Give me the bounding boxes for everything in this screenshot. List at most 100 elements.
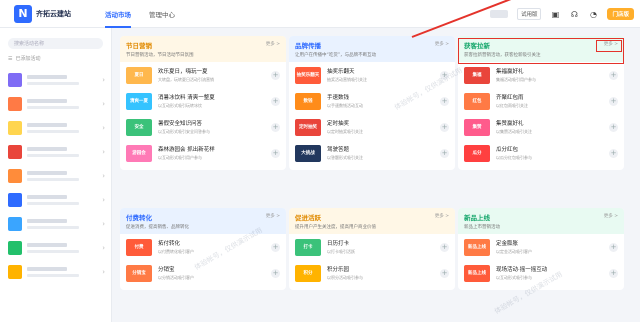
add-icon[interactable]: + — [440, 122, 449, 132]
activity-title: 森林游园会 抓出新花样 — [158, 147, 215, 153]
activity-thumbnail: 数钱 — [295, 92, 321, 110]
sidebar-item[interactable]: › — [0, 116, 111, 140]
card-header: 品牌传播 让用户在传播中“吃货”，与品牌不断互动 更多 > — [289, 36, 455, 62]
activity-title: 日历打卡 — [327, 241, 350, 247]
add-icon[interactable]: + — [271, 242, 280, 252]
sidebar-item-text — [27, 243, 97, 253]
more-link[interactable]: 更多 > — [266, 213, 280, 219]
add-icon[interactable]: + — [271, 122, 280, 132]
sidebar-item-thumbnail — [8, 217, 22, 231]
bag-icon[interactable]: ▣ — [550, 9, 560, 19]
card-header: 节日营销 节日营销活动，节日活动节日氛围 更多 > — [120, 36, 286, 62]
activity-row[interactable]: 夏日 欢乐夏日，嗨玩一夏 大转盘，玩转夏日活动引流营销 + — [120, 62, 286, 88]
activity-row[interactable]: 定时抽奖 定时抽奖 以定时抽奖吸引关注 + — [289, 114, 455, 140]
activity-text: 定时抽奖 以定时抽奖吸引关注 — [327, 119, 440, 135]
activity-row[interactable]: 集赞 集赞赢好礼 以集赞活动吸引关注 + — [458, 114, 624, 140]
activity-row[interactable]: 新品上线 定金膨胀 以定金活动吸引客户 + — [458, 234, 624, 260]
activity-row[interactable]: 红包 齐聚红包雨 以红包雨吸引关注 + — [458, 88, 624, 114]
activity-text: 分销宝 以分销活动吸引客户 — [158, 265, 271, 281]
headset-icon[interactable]: ☊ — [569, 9, 579, 19]
chevron-right-icon: › — [102, 148, 105, 156]
sidebar-list: › › › › › › › › › — [0, 68, 111, 284]
activity-card: 品牌传播 让用户在传播中“吃货”，与品牌不断互动 更多 > 抽奖乐翻天 抽奖乐翻天 抽奖活… — [289, 36, 455, 170]
add-icon[interactable]: + — [440, 148, 449, 158]
activity-text: 日历打卡以打卡吸引活跃 — [327, 239, 440, 255]
activity-card: 新品上线 新品上市营销活动 更多 > 新品上线 定金膨胀 以定金活动吸引客户 + 新品上线 现场… — [458, 208, 624, 290]
sidebar-section-label: 已添加活动 — [15, 56, 41, 62]
sidebar-item-text — [27, 123, 97, 133]
activity-row[interactable]: 打卡 日历打卡 以打卡吸引活跃 + — [289, 234, 455, 260]
list-icon: ☰ — [8, 55, 13, 62]
activity-thumbnail: 积分 — [295, 264, 321, 282]
add-icon[interactable]: + — [609, 268, 618, 278]
activity-thumbnail: 游园会 — [126, 144, 152, 162]
activity-title: 分销宝 — [158, 267, 175, 273]
card-title: 新品上线 — [464, 214, 490, 222]
sidebar-item[interactable]: › — [0, 68, 111, 92]
sidebar-item-thumbnail — [8, 145, 22, 159]
tab-management-center[interactable]: 管理中心 — [140, 0, 184, 28]
activity-row[interactable]: 积分 积分乐园 以积分活动吸引参与 + — [289, 260, 455, 286]
activity-description: 以互动形式吸引玩转冰饮 — [158, 103, 202, 108]
sidebar-item[interactable]: › — [0, 260, 111, 284]
activity-text: 欢乐夏日，嗨玩一夏大转盘，玩转夏日活动引流营销 — [158, 67, 271, 83]
activity-description: 以红包雨吸引关注 — [496, 103, 528, 108]
add-icon[interactable]: + — [609, 122, 618, 132]
activity-row[interactable]: 瓜分 瓜分红包 以瓜分红包吸引参与 + — [458, 140, 624, 166]
chevron-right-icon: › — [102, 268, 105, 276]
chevron-right-icon: › — [102, 196, 105, 204]
more-link[interactable]: 更多 > — [435, 213, 449, 219]
activity-thumbnail: 集福 — [464, 66, 490, 84]
tab-activity-market[interactable]: 活动市场 — [96, 0, 140, 28]
sidebar-item[interactable]: › — [0, 236, 111, 260]
sidebar-item[interactable]: › — [0, 212, 111, 236]
top-right-toolbar: 试用版 ▣ ☊ ◔ 门店版 — [489, 0, 634, 28]
activity-description: 集福活动吸引用户参与 — [496, 77, 536, 82]
activity-description: 以互动形式吸引用户参与 — [158, 155, 202, 160]
user-icon[interactable]: ◔ — [588, 9, 598, 19]
activity-text: 定金膨胀 以定金活动吸引客户 — [496, 239, 609, 255]
app-logo[interactable]: N 齐拓云建站 — [14, 4, 90, 23]
activity-row[interactable]: 大挑战 驾驶答题 以答题形式吸引关注 + — [289, 140, 455, 166]
add-icon[interactable]: + — [440, 268, 449, 278]
sidebar-item-thumbnail — [8, 73, 22, 87]
activity-title: 欢乐夏日，嗨玩一夏 — [158, 69, 208, 75]
sidebar-item-text — [27, 99, 97, 109]
store-version-button[interactable]: 门店版 — [607, 8, 634, 20]
add-icon[interactable]: + — [440, 96, 449, 106]
sidebar-item-text — [27, 195, 97, 205]
activity-description: 大转盘，玩转夏日活动引流营销 — [158, 77, 214, 82]
activity-row[interactable]: 游园会 森林游园会 抓出新花样 以互动形式吸引用户参与 + — [120, 140, 286, 166]
card-subtitle: 提升用户产生关注度，提高用户商业价值 — [295, 225, 376, 230]
sidebar-item[interactable]: › — [0, 92, 111, 116]
add-icon[interactable]: + — [271, 148, 280, 158]
activity-description: 以打卡吸引活跃 — [327, 249, 355, 254]
activity-description: 以定金活动吸引客户 — [496, 249, 532, 254]
add-icon[interactable]: + — [609, 96, 618, 106]
more-link[interactable]: 更多 > — [604, 213, 618, 219]
activity-title: 抽奖乐翻天 — [327, 69, 355, 75]
add-icon[interactable]: + — [271, 96, 280, 106]
activity-row[interactable]: 安全 暑假安全知识问答 以互动形式吸引安全问答参与 + — [120, 114, 286, 140]
activity-row[interactable]: 清爽一夏 消暑冰饮料 清爽一整夏 以互动形式吸引玩转冰饮 + — [120, 88, 286, 114]
sidebar-item[interactable]: › — [0, 140, 111, 164]
add-icon[interactable]: + — [609, 148, 618, 158]
more-link[interactable]: 更多 > — [435, 41, 449, 47]
card-title: 促进活跃 — [295, 214, 321, 222]
add-icon[interactable]: + — [440, 242, 449, 252]
add-icon[interactable]: + — [271, 268, 280, 278]
activity-row[interactable]: 付费 拓付转化 以付费转化吸引客户 + — [120, 234, 286, 260]
activity-text: 积分乐园 以积分活动吸引参与 — [327, 265, 440, 281]
add-icon[interactable]: + — [271, 70, 280, 80]
sidebar-item-thumbnail — [8, 121, 22, 135]
sidebar-item[interactable]: › — [0, 188, 111, 212]
add-icon[interactable]: + — [609, 242, 618, 252]
sidebar-item-text — [27, 219, 97, 229]
activity-thumbnail: 新品上线 — [464, 238, 490, 256]
activity-description: 以手速数钱活动互动 — [327, 103, 363, 108]
sidebar-item[interactable]: › — [0, 164, 111, 188]
add-icon[interactable]: + — [609, 70, 618, 80]
sidebar-search-input[interactable]: 搜索活动名称 — [8, 38, 103, 49]
activity-row[interactable]: 集福 集福赢好礼 集福活动吸引用户参与 + — [458, 62, 624, 88]
more-link[interactable]: 更多 > — [266, 41, 280, 47]
